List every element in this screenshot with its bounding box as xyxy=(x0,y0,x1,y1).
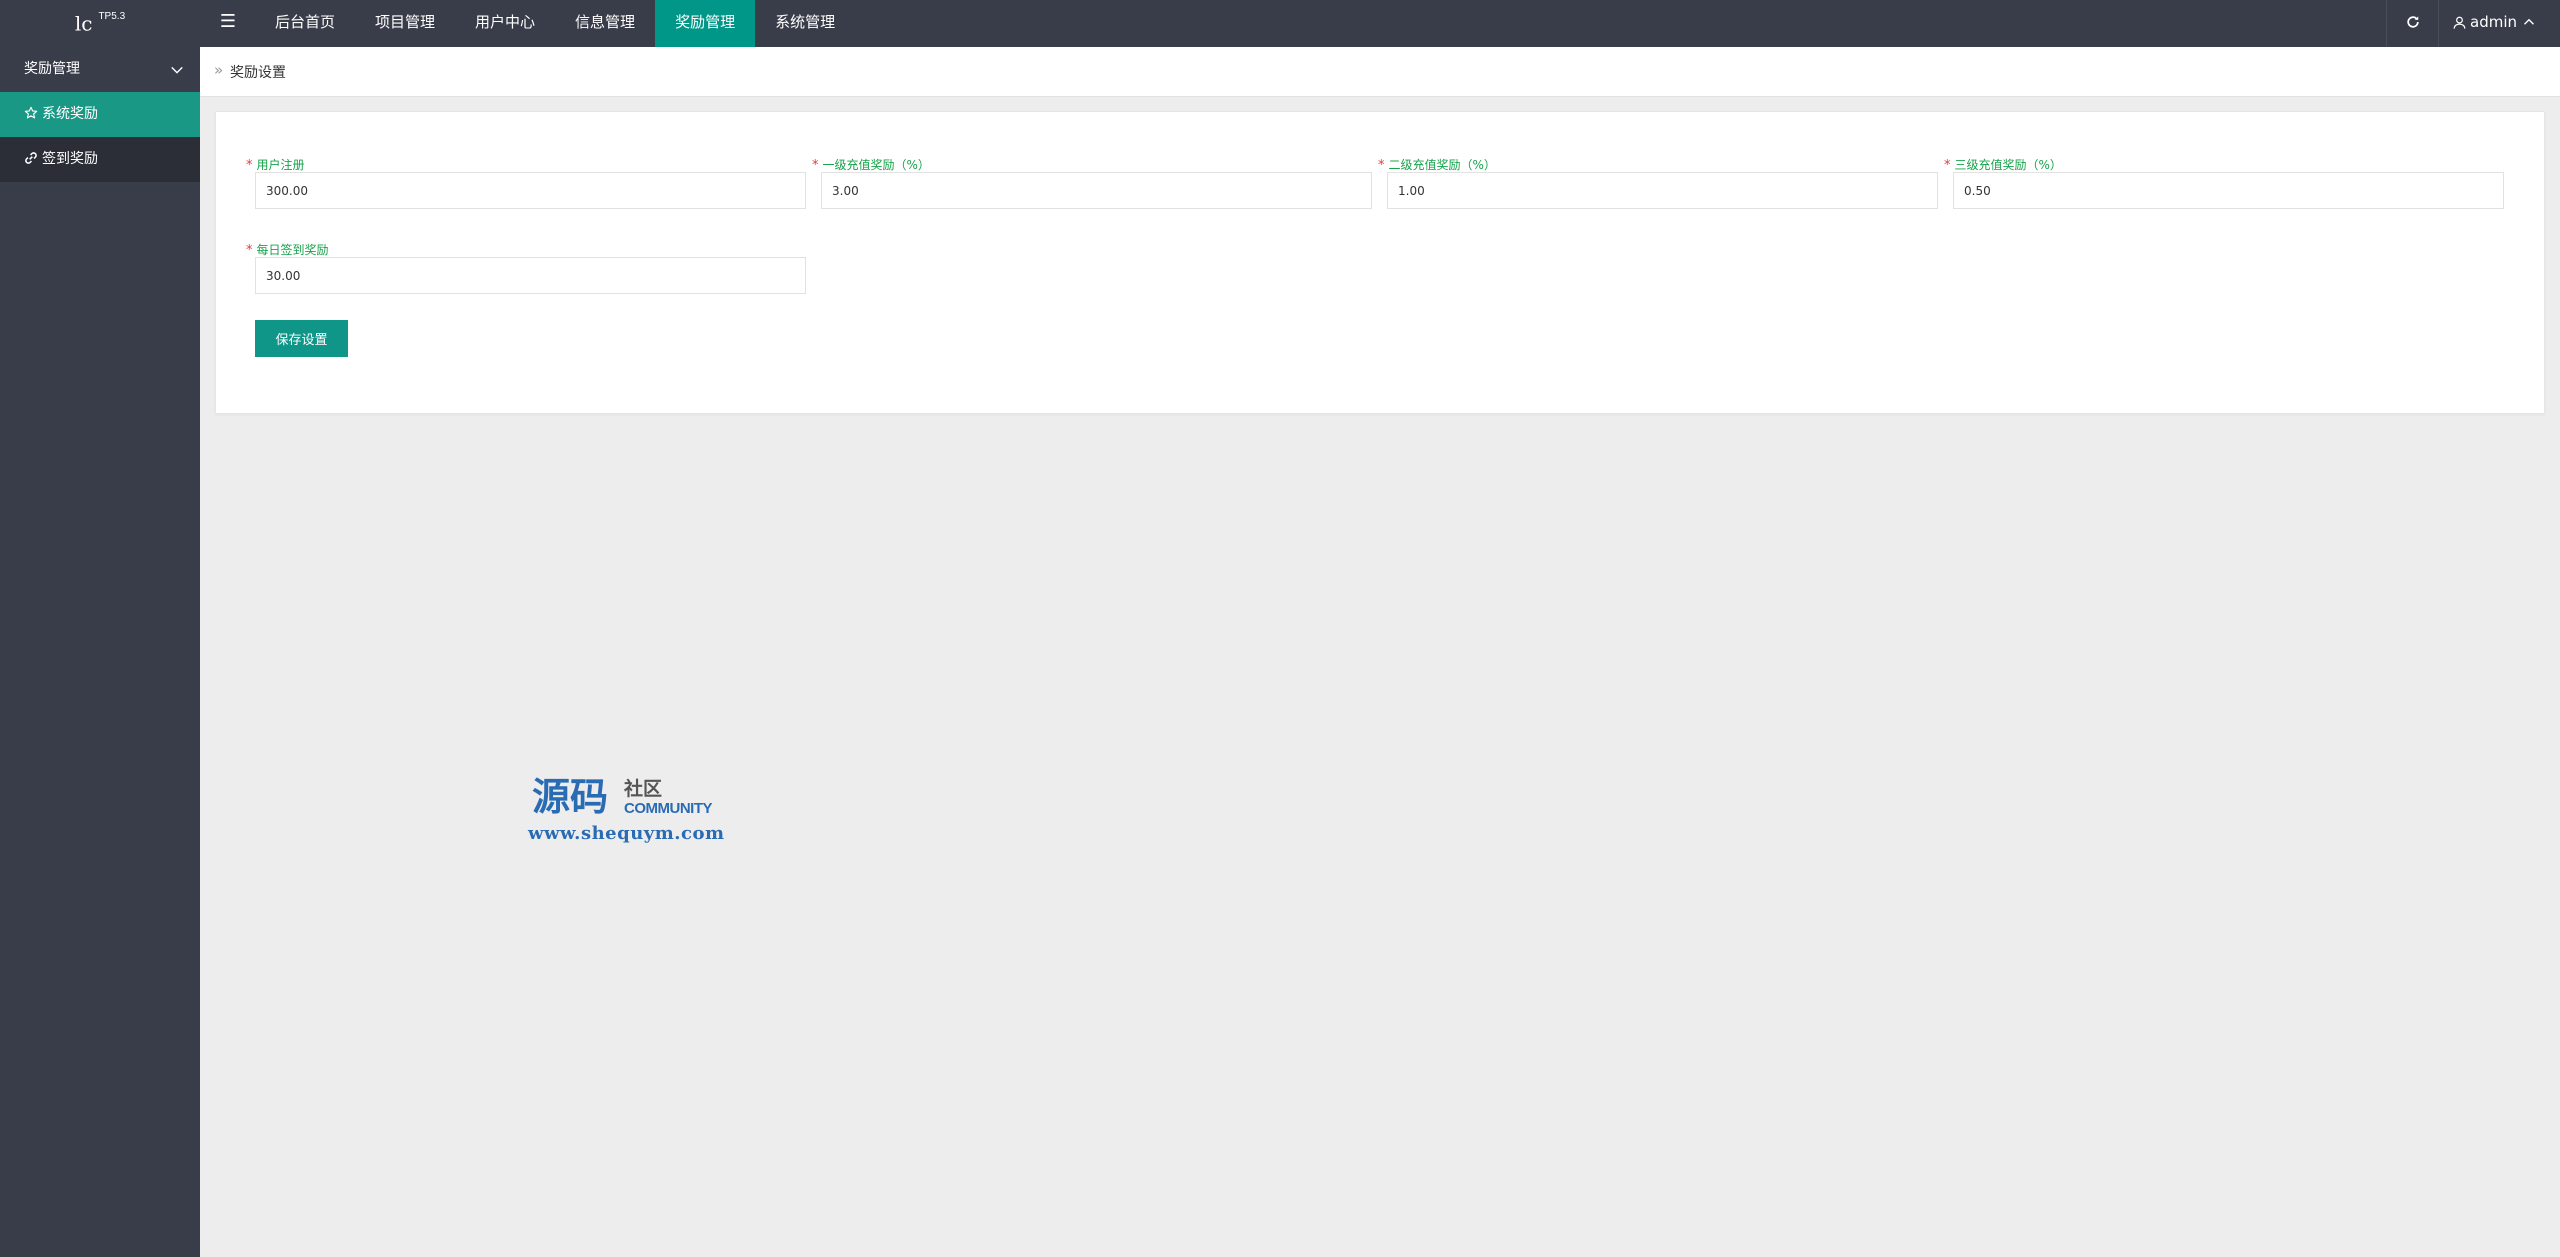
nav-item-home[interactable]: 后台首页 xyxy=(255,0,355,47)
nav-item-rewards[interactable]: 奖励管理 xyxy=(655,0,756,47)
nav-item-info[interactable]: 信息管理 xyxy=(555,0,655,47)
sidebar: 奖励管理 系统奖励 签到奖励 xyxy=(0,47,200,1257)
sidebar-item-system-rewards[interactable]: 系统奖励 xyxy=(0,92,200,137)
required-mark: * xyxy=(1944,158,1951,173)
field-label: * 每日签到奖励 xyxy=(246,241,329,258)
sidebar-item-label: 系统奖励 xyxy=(42,106,98,122)
chevron-up-icon xyxy=(2524,18,2534,25)
logo-text: lc xyxy=(74,11,93,36)
field-label-text: 三级充值奖励（%） xyxy=(1954,158,2062,172)
watermark-community: COMMUNITY xyxy=(624,800,713,817)
field-label: * 一级充值奖励（%） xyxy=(812,156,930,173)
field-label-text: 用户注册 xyxy=(256,158,305,172)
user-register-input[interactable] xyxy=(255,172,806,209)
save-settings-button[interactable]: 保存设置 xyxy=(255,320,348,357)
user-icon xyxy=(2453,16,2466,29)
top-header: lc TP5.3 ☰ 后台首页 项目管理 用户中心 信息管理 奖励管理 系统管理 … xyxy=(0,0,2560,47)
watermark-logo: 源码 社区 COMMUNITY www.shequym.com xyxy=(528,775,733,845)
breadcrumb-separator-icon: » xyxy=(214,61,224,79)
level2-reward-input[interactable] xyxy=(1387,172,1938,209)
chevron-down-icon xyxy=(171,66,183,74)
nav-item-user-center[interactable]: 用户中心 xyxy=(455,0,555,47)
star-icon xyxy=(24,106,38,119)
daily-checkin-input[interactable] xyxy=(255,257,806,294)
user-menu[interactable]: admin xyxy=(2438,0,2560,47)
menu-toggle-icon[interactable]: ☰ xyxy=(212,0,244,47)
sidebar-group-rewards[interactable]: 奖励管理 xyxy=(0,47,200,92)
field-label-text: 一级充值奖励（%） xyxy=(822,158,930,172)
top-nav: 后台首页 项目管理 用户中心 信息管理 奖励管理 系统管理 xyxy=(255,0,855,47)
sidebar-group-label: 奖励管理 xyxy=(24,61,80,77)
watermark-sub: 社区 xyxy=(624,778,663,800)
required-mark: * xyxy=(246,243,253,258)
field-label: * 用户注册 xyxy=(246,156,305,173)
watermark-main: 源码 xyxy=(532,775,609,819)
required-mark: * xyxy=(246,158,253,173)
field-label: * 二级充值奖励（%） xyxy=(1378,156,1496,173)
user-name: admin xyxy=(2470,13,2517,31)
watermark-url: www.shequym.com xyxy=(528,823,725,844)
nav-item-system[interactable]: 系统管理 xyxy=(755,0,855,47)
sidebar-item-checkin-rewards[interactable]: 签到奖励 xyxy=(0,137,200,182)
logo-version: TP5.3 xyxy=(98,11,126,22)
link-icon xyxy=(25,152,37,164)
breadcrumb: » 奖励设置 xyxy=(200,47,2560,97)
logo[interactable]: lc TP5.3 xyxy=(0,0,200,47)
field-label-text: 每日签到奖励 xyxy=(256,243,329,257)
refresh-button[interactable] xyxy=(2386,0,2438,47)
field-label: * 三级充值奖励（%） xyxy=(1944,156,2062,173)
required-mark: * xyxy=(812,158,819,173)
field-label-text: 二级充值奖励（%） xyxy=(1388,158,1496,172)
breadcrumb-current: 奖励设置 xyxy=(230,65,286,81)
nav-item-projects[interactable]: 项目管理 xyxy=(355,0,455,47)
refresh-icon xyxy=(2406,16,2419,28)
level3-reward-input[interactable] xyxy=(1953,172,2504,209)
settings-form-card: *用户注册 *一级充值奖励（%） *二级充值奖励（%） *三级充值奖励（%） *… xyxy=(215,111,2545,414)
sidebar-item-label: 签到奖励 xyxy=(42,151,98,167)
required-mark: * xyxy=(1378,158,1385,173)
level1-reward-input[interactable] xyxy=(821,172,1372,209)
